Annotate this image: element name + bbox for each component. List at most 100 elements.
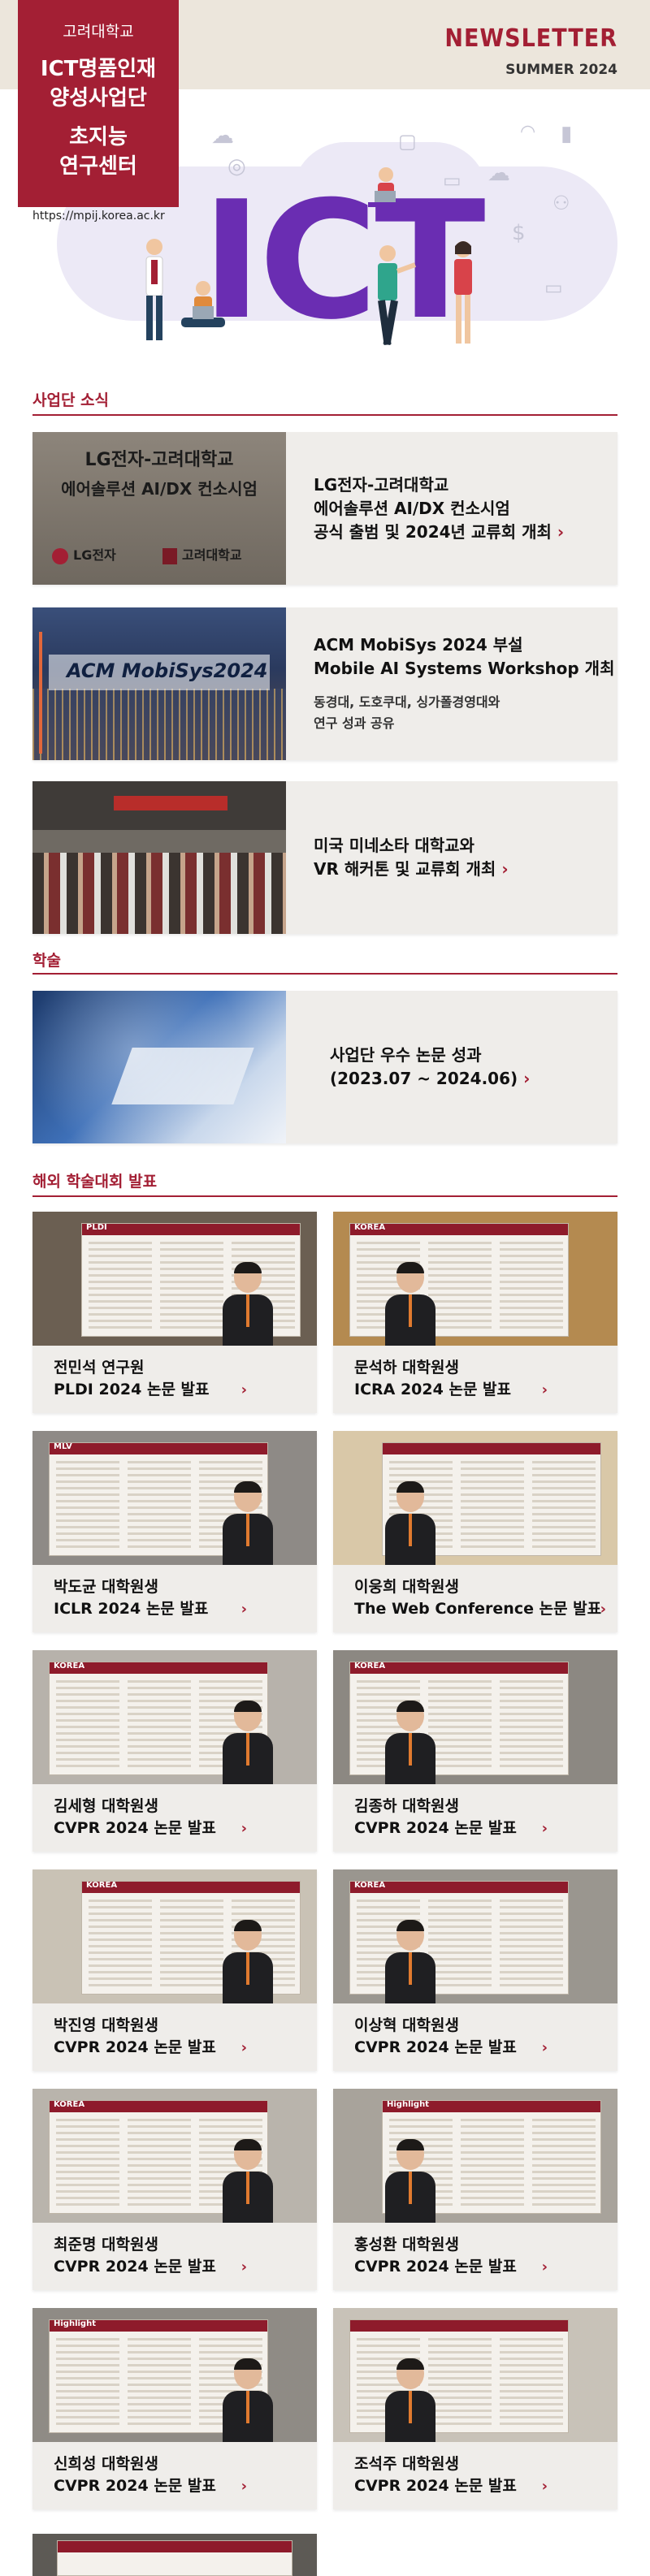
poster-label: Highlight (387, 2100, 429, 2109)
presenter-name: 최준명 대학원생 (54, 2236, 158, 2254)
presentation-card[interactable]: KOREA 최준명 대학원생 CVPR 2024 논문 발표 › (32, 2089, 317, 2290)
poster-column (128, 1461, 191, 1549)
news-card-image: LG전자-고려대학교 에어솔루션 AI/DX 컨소시엄 LG전자 고려대학교 (32, 432, 286, 585)
chevron-right-icon[interactable]: › (542, 2039, 548, 2056)
chevron-right-icon[interactable]: › (542, 1820, 548, 1837)
presenter-photo (219, 2139, 276, 2223)
news-subtext: 동경대, 도호쿠대, 싱가폴경영대와 연구 성과 공유 (314, 694, 500, 731)
poster-column (500, 2338, 563, 2426)
presentation-card[interactable]: KOREA 김종하 대학원생 CVPR 2024 논문 발표 › (333, 1650, 618, 1852)
chevron-right-icon[interactable]: › (557, 522, 564, 542)
section-title-conferences: 해외 학술대회 발표 (32, 1173, 158, 1191)
poster-label: Highlight (54, 2319, 96, 2328)
news-card[interactable]: ACM MobiSys2024 ACM MobiSys 2024 부설 Mobi… (32, 607, 618, 760)
presentation-card[interactable]: Highlight 신희성 대학원생 CVPR 2024 논문 발표 › (32, 2308, 317, 2509)
bar-chart-icon: ▮ (561, 122, 573, 146)
poster-label: KOREA (54, 2100, 85, 2109)
presentation-card-partial[interactable] (32, 2534, 317, 2576)
poster-column (461, 2119, 524, 2206)
presentation-card-image: KOREA (333, 1869, 618, 2003)
academic-headline: 사업단 우수 논문 성과 (2023.07 ~ 2024.06) › (330, 1044, 618, 1091)
news-card-body: LG전자-고려대학교 에어솔루션 AI/DX 컨소시엄 공식 출범 및 2024… (286, 432, 618, 585)
chevron-right-icon[interactable]: › (501, 859, 508, 879)
chevron-right-icon[interactable]: › (542, 2478, 548, 2495)
presentation-card[interactable]: Highlight 홍성환 대학원생 CVPR 2024 논문 발표 › (333, 2089, 618, 2290)
presenter-photo (219, 1481, 276, 1565)
chevron-right-icon[interactable]: › (241, 1601, 247, 1618)
image-caption: ACM MobiSys2024 (67, 659, 268, 682)
academic-card-image (32, 991, 286, 1143)
poster-header (82, 1224, 300, 1235)
poster-column (89, 1242, 152, 1329)
chevron-right-icon[interactable]: › (600, 1601, 606, 1618)
presentation-card-body: 전민석 연구원 PLDI 2024 논문 발표 › (32, 1346, 317, 1413)
poster-label: KOREA (354, 1881, 386, 1890)
lg-logo: LG전자 (52, 544, 116, 564)
people-icon: ⚇ (552, 192, 570, 214)
presentation-title: CVPR 2024 논문 발표 (354, 2258, 517, 2276)
poster-label: KOREA (354, 1223, 386, 1232)
program-badge: 고려대학교 ICT명품인재 양성사업단 초지능 연구센터 (18, 0, 179, 207)
news-headline: 미국 미네소타 대학교와 VR 해커톤 및 교류회 개최 › (314, 834, 618, 881)
monitor-icon: ▭ (544, 276, 563, 299)
chevron-right-icon[interactable]: › (542, 1381, 548, 1398)
presenter-photo (382, 1262, 439, 1346)
poster-header (50, 1443, 267, 1454)
poster-label: PLDI (86, 1223, 107, 1232)
site-url-link[interactable]: https://mpij.korea.ac.kr (32, 210, 165, 223)
person-illustration (145, 239, 163, 340)
academic-card-body: 사업단 우수 논문 성과 (2023.07 ~ 2024.06) › (286, 991, 618, 1143)
presenter-photo (219, 1701, 276, 1784)
presentation-card[interactable]: KOREA 박진영 대학원생 CVPR 2024 논문 발표 › (32, 1869, 317, 2071)
chevron-right-icon[interactable]: › (241, 1820, 247, 1837)
poster-column (128, 2338, 191, 2426)
korea-univ-logo-text: 고려대학교 (182, 547, 242, 563)
presenter-photo (382, 2139, 439, 2223)
presentation-card[interactable]: 이웅희 대학원생 The Web Conference 논문 발표 › (333, 1431, 618, 1632)
academic-card[interactable]: 사업단 우수 논문 성과 (2023.07 ~ 2024.06) › (32, 991, 618, 1143)
poster-label: KOREA (86, 1881, 118, 1890)
hero-ict-text: ICT (202, 166, 486, 356)
presentation-card[interactable]: PLDI 전민석 연구원 PLDI 2024 논문 발표 › (32, 1212, 317, 1413)
presentation-card[interactable]: KOREA 이상혁 대학원생 CVPR 2024 논문 발표 › (333, 1869, 618, 2071)
section-title-news: 사업단 소식 (32, 391, 110, 409)
presentation-card-image: KOREA (32, 2089, 317, 2223)
program-name: ICT명품인재 양성사업단 (40, 57, 157, 110)
presentation-card-image: Highlight (32, 2308, 317, 2442)
presenter-name: 조석주 대학원생 (354, 2455, 459, 2473)
news-card[interactable]: 미국 미네소타 대학교와 VR 해커톤 및 교류회 개최 › (32, 781, 618, 934)
chevron-right-icon[interactable]: › (523, 1069, 530, 1088)
chevron-right-icon[interactable]: › (241, 2039, 247, 2056)
chevron-right-icon[interactable]: › (241, 2478, 247, 2495)
chevron-right-icon[interactable]: › (542, 2258, 548, 2276)
presentation-card-image: KOREA (333, 1650, 618, 1784)
presentation-card[interactable]: KOREA 김세형 대학원생 CVPR 2024 논문 발표 › (32, 1650, 317, 1852)
person-illustration (378, 245, 417, 346)
chevron-right-icon[interactable]: › (241, 2258, 247, 2276)
presentation-card-body: 박진영 대학원생 CVPR 2024 논문 발표 › (32, 2003, 317, 2071)
presenter-photo (219, 1920, 276, 2003)
presentation-card[interactable]: KOREA 문석하 대학원생 ICRA 2024 논문 발표 › (333, 1212, 618, 1413)
presentation-card-image: MLV (32, 1431, 317, 1565)
university-name: 고려대학교 (63, 23, 134, 41)
chevron-right-icon[interactable]: › (241, 1381, 247, 1398)
lg-logo-icon (52, 547, 68, 564)
presentation-card[interactable]: 조석주 대학원생 CVPR 2024 논문 발표 › (333, 2308, 618, 2509)
news-card-body: ACM MobiSys 2024 부설 Mobile AI Systems Wo… (286, 607, 618, 760)
city-lights (32, 689, 286, 760)
poster-label: MLV (54, 1442, 72, 1451)
news-card[interactable]: LG전자-고려대학교 에어솔루션 AI/DX 컨소시엄 LG전자 고려대학교 L… (32, 432, 618, 585)
presentation-title: CVPR 2024 논문 발표 (54, 2258, 216, 2276)
presentation-card[interactable]: MLV 박도균 대학원생 ICLR 2024 논문 발표 › (32, 1431, 317, 1632)
center-name: 초지능 연구센터 (59, 125, 137, 179)
image-caption: 에어솔루션 AI/DX 컨소시엄 (61, 479, 258, 499)
poster-column (500, 1680, 563, 1768)
group-photo-people (32, 853, 286, 934)
news-headline-text: LG전자-고려대학교 에어솔루션 AI/DX 컨소시엄 공식 출범 및 2024… (314, 474, 552, 542)
cloud-icon: ☁ (488, 159, 510, 186)
presenter-photo (382, 1481, 439, 1565)
poster-header (383, 1443, 600, 1454)
news-headline-text: 미국 미네소타 대학교와 VR 해커톤 및 교류회 개최 (314, 836, 496, 879)
newsletter-issue: SUMMER 2024 (505, 62, 618, 78)
section-divider (32, 1195, 618, 1197)
